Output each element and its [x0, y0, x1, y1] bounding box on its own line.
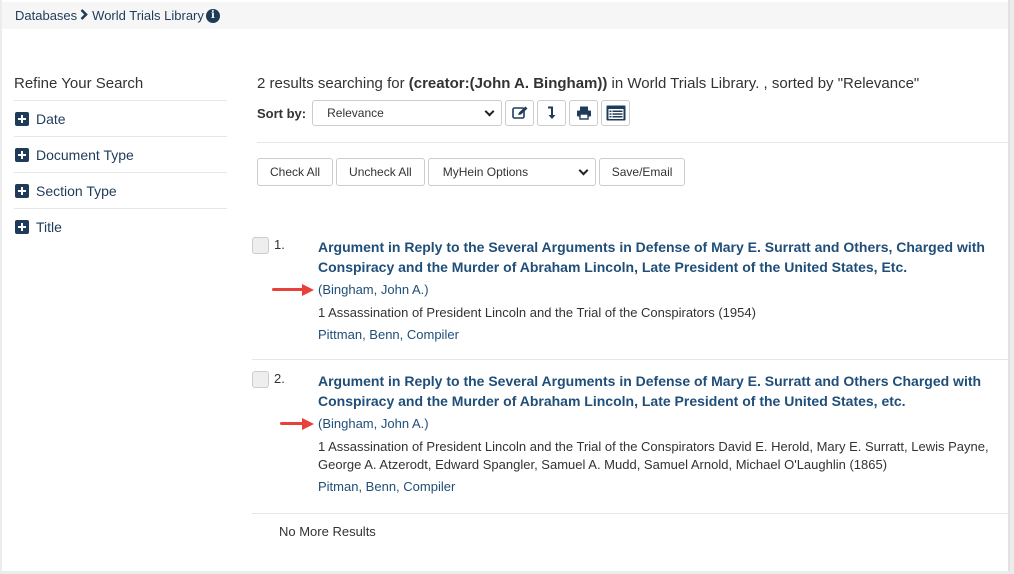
sort-label: Sort by: [257, 105, 307, 121]
annotation-arrow-icon [280, 418, 314, 430]
result-compiler-link[interactable]: Pittman, Benn, Compiler [318, 326, 1010, 344]
result-item: 2. Argument in Reply to the Several Argu… [252, 360, 1010, 514]
sort-selected-value: Relevance [327, 106, 384, 120]
result-author-link[interactable]: (Bingham, John A.) [318, 282, 429, 297]
chevron-down-icon [484, 106, 495, 116]
plus-square-icon [15, 147, 29, 162]
result-checkbox[interactable] [252, 237, 269, 254]
facet-section-type[interactable]: Section Type [14, 173, 227, 209]
uncheck-all-button[interactable]: Uncheck All [336, 158, 425, 186]
sort-row: Sort by: Relevance [257, 100, 1010, 126]
facet-document-type[interactable]: Document Type [14, 137, 227, 173]
plus-square-icon [15, 111, 29, 126]
plus-square-icon [15, 220, 29, 234]
result-author: (Bingham, John A.) [272, 282, 1010, 298]
breadcrumb-databases-link[interactable]: Databases [15, 8, 77, 23]
info-icon[interactable]: i [205, 8, 220, 23]
results-summary: 2 results searching for (creator:(John A… [257, 70, 1010, 92]
facet-title[interactable]: Title [14, 209, 227, 245]
facet-date[interactable]: Date [14, 101, 227, 137]
print-button[interactable] [569, 100, 599, 126]
result-source: 1 Assassination of President Lincoln and… [318, 305, 756, 320]
list-view-icon [606, 105, 626, 121]
sort-select[interactable]: Relevance [312, 100, 503, 126]
facet-label: Title [36, 219, 62, 235]
chevron-down-icon [578, 165, 589, 175]
result-title-link[interactable]: Argument in Reply to the Several Argumen… [318, 364, 1010, 411]
bulk-actions: Check All Uncheck All MyHein Options Sav… [257, 158, 688, 186]
refine-search-heading: Refine Your Search [14, 70, 227, 101]
download-button[interactable] [537, 100, 567, 126]
refine-search-sidebar: Refine Your Search Date Document Type Se… [14, 70, 227, 245]
page-frame: Databases World Trials Library i Refine … [2, 0, 1010, 571]
facet-label: Document Type [36, 146, 134, 163]
result-item: 1. Argument in Reply to the Several Argu… [252, 230, 1010, 360]
chevron-right-icon [80, 8, 88, 23]
result-checkbox[interactable] [252, 371, 269, 388]
result-title-link[interactable]: Argument in Reply to the Several Argumen… [318, 230, 1010, 277]
result-compiler-link[interactable]: Pitman, Benn, Compiler [318, 478, 1010, 496]
save-email-button[interactable]: Save/Email [598, 158, 686, 186]
summary-suffix: in World Trials Library. , sorted by "Re… [607, 75, 920, 92]
print-icon [576, 106, 591, 120]
results-header: 2 results searching for (creator:(John A… [257, 70, 1010, 186]
result-number: 2. [274, 371, 285, 386]
edit-search-button[interactable] [505, 100, 535, 126]
download-icon [547, 106, 556, 119]
result-number: 1. [274, 237, 285, 252]
summary-prefix: 2 results searching for [257, 75, 409, 92]
breadcrumb: Databases World Trials Library i [2, 2, 1010, 29]
check-all-button[interactable]: Check All [257, 158, 334, 186]
summary-query: (creator:(John A. Bingham)) [408, 75, 608, 92]
result-author: (Bingham, John A.) [280, 416, 1010, 432]
annotation-arrow-icon [272, 284, 314, 296]
scrollbar-track[interactable] [1008, 0, 1010, 571]
facet-label: Section Type [36, 182, 117, 199]
list-view-button[interactable] [601, 100, 631, 126]
result-author-link[interactable]: (Bingham, John A.) [318, 416, 429, 431]
myhein-selected-value: MyHein Options [442, 165, 529, 179]
edit-icon [511, 106, 528, 119]
result-source: 1 Assassination of President Lincoln and… [318, 439, 989, 472]
plus-square-icon [15, 183, 29, 198]
results-list: 1. Argument in Reply to the Several Argu… [252, 230, 1010, 539]
breadcrumb-current-link[interactable]: World Trials Library [92, 8, 204, 23]
facet-label: Date [36, 110, 66, 127]
divider [257, 142, 1010, 143]
myhein-options-select[interactable]: MyHein Options [427, 158, 596, 186]
no-more-results: No More Results [279, 524, 376, 539]
